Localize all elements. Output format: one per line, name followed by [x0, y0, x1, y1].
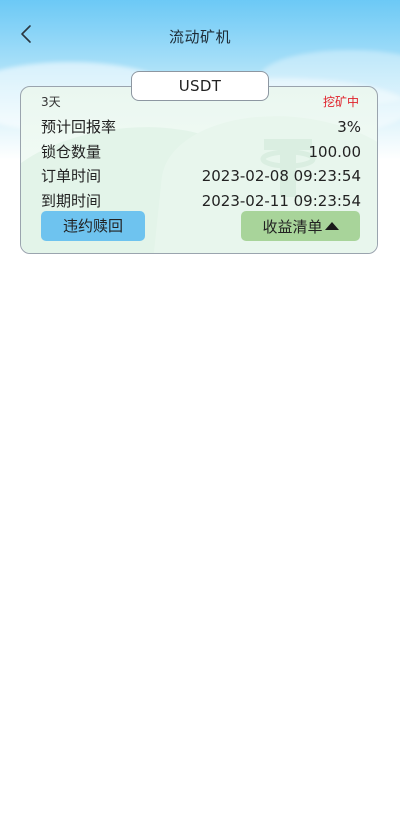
earnings-list-label: 收益清单	[262, 217, 323, 236]
caret-up-icon	[324, 222, 339, 230]
info-row-return-rate: 预计回报率 3%	[41, 116, 361, 138]
row-label: 订单时间	[41, 167, 102, 185]
info-row-expiry-time: 到期时间 2023-02-11 09:23:54	[41, 190, 361, 212]
row-value: 3%	[337, 118, 361, 136]
info-row-order-time: 订单时间 2023-02-08 09:23:54	[41, 165, 361, 187]
coin-label: USDT	[131, 71, 269, 101]
page-title: 流动矿机	[168, 28, 231, 46]
row-value: 2023-02-11 09:23:54	[201, 192, 361, 210]
earnings-list-button[interactable]: 收益清单	[241, 211, 360, 241]
row-value: 100.00	[308, 143, 362, 161]
row-label: 预计回报率	[41, 118, 117, 136]
info-row-locked-amount: 锁仓数量 100.00	[41, 141, 361, 163]
row-label: 到期时间	[41, 192, 102, 210]
row-value: 2023-02-08 09:23:54	[201, 167, 361, 185]
status-badge: 挖矿中	[322, 95, 359, 109]
row-label: 锁仓数量	[41, 143, 102, 161]
lock-period: 3天	[41, 95, 61, 109]
order-card: USDT 3天 挖矿中 预计回报率 3% 锁仓数量 100.00 订单时间 20…	[20, 71, 378, 254]
early-redeem-button[interactable]: 违约赎回	[41, 211, 145, 241]
